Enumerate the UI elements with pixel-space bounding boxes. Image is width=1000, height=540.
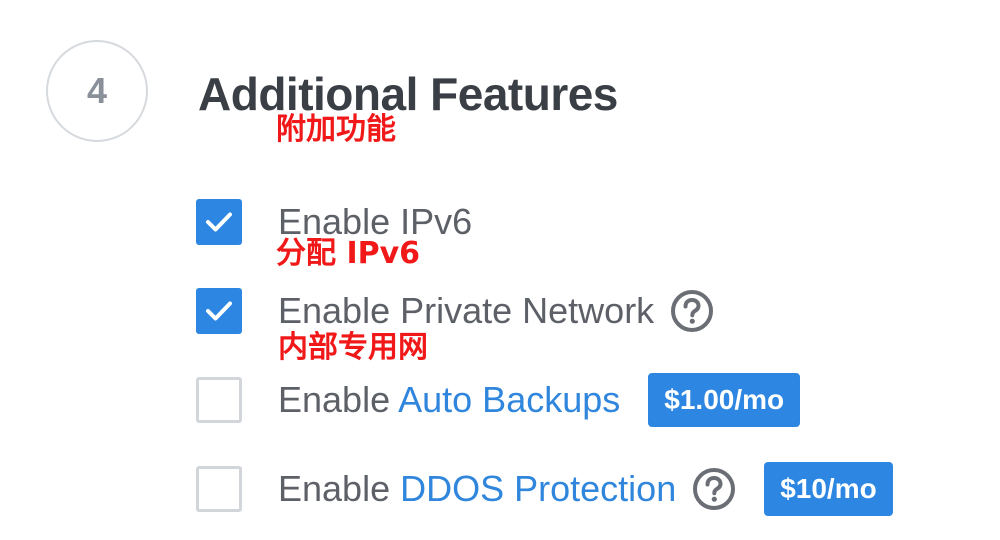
private-network-label-name: Private Network <box>400 290 655 331</box>
private-network-label-prefix: Enable <box>278 290 401 331</box>
auto-backups-label-prefix: Enable <box>278 379 399 420</box>
step-number: 4 <box>86 70 108 111</box>
ddos-protection-label-prefix: Enable <box>278 468 401 509</box>
section-title: Additional Features <box>198 68 618 120</box>
feature-row-auto-backups: Enable Auto Backups $1.00/mo <box>196 373 801 427</box>
ipv6-annotation: 分配 IPv6 <box>276 236 421 271</box>
private-network-checkbox[interactable] <box>196 288 242 334</box>
auto-backups-price-badge: $1.00/mo <box>648 373 801 427</box>
question-circle-icon[interactable] <box>670 289 714 333</box>
ddos-protection-checkbox[interactable] <box>196 466 242 512</box>
feature-row-ddos-protection: Enable DDOS Protection $10/mo <box>196 462 893 516</box>
ddos-protection-label[interactable]: Enable DDOS Protection <box>278 467 676 511</box>
feature-row-private-network: Enable Private Network <box>196 287 714 335</box>
ddos-protection-link[interactable]: DDOS Protection <box>400 468 676 509</box>
private-network-annotation: 内部专用网 <box>278 330 428 365</box>
auto-backups-label[interactable]: Enable Auto Backups <box>278 378 620 422</box>
ddos-protection-price-badge: $10/mo <box>764 462 893 516</box>
ipv6-checkbox[interactable] <box>196 199 242 245</box>
question-circle-icon[interactable] <box>692 467 736 511</box>
title-annotation: 附加功能 <box>276 112 396 147</box>
private-network-label[interactable]: Enable Private Network <box>278 289 654 333</box>
step-number-badge: 4 <box>46 40 148 142</box>
checkmark-icon <box>206 301 232 321</box>
auto-backups-link[interactable]: Auto Backups <box>398 379 620 420</box>
checkmark-icon <box>206 212 232 232</box>
auto-backups-checkbox[interactable] <box>196 377 242 423</box>
